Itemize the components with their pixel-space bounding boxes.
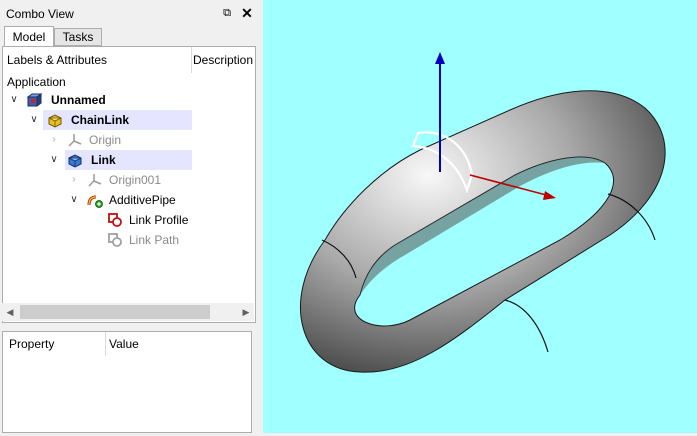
chain-link-model[interactable] bbox=[263, 0, 697, 433]
tree-item-label: Origin bbox=[89, 133, 122, 147]
collapsed-arrow-icon[interactable]: › bbox=[49, 130, 59, 150]
float-panel-button[interactable]: ⧉ bbox=[220, 6, 234, 20]
combo-view-title: Combo View bbox=[6, 7, 74, 21]
scrollbar-thumb[interactable] bbox=[20, 305, 210, 319]
tab-bar: Model Tasks bbox=[2, 26, 260, 46]
combo-view-titlebar: Combo View ⧉ ✕ bbox=[0, 4, 263, 24]
z-axis-arrow-icon bbox=[435, 52, 445, 64]
sketch-icon bbox=[108, 213, 122, 227]
tree-item-chainlink[interactable]: ChainLink bbox=[43, 110, 192, 130]
expanded-arrow-icon[interactable]: ∨ bbox=[9, 90, 19, 110]
tree-item-origin001[interactable]: › Origin001 bbox=[67, 170, 247, 190]
expanded-arrow-icon[interactable]: ∨ bbox=[49, 150, 59, 170]
tree-item-label: Unnamed bbox=[51, 93, 106, 107]
close-panel-button[interactable]: ✕ bbox=[240, 6, 254, 20]
tree-item-unnamed[interactable]: ∨ Unnamed bbox=[3, 90, 253, 110]
tab-model[interactable]: Model bbox=[4, 26, 54, 46]
tree-item-label: Link Path bbox=[129, 233, 180, 247]
tree-item-link-path[interactable]: Link Path bbox=[105, 230, 255, 250]
tree-item-link[interactable]: Link bbox=[65, 150, 192, 170]
collapsed-arrow-icon[interactable]: › bbox=[69, 170, 79, 190]
tree-root-application: Application bbox=[7, 75, 66, 89]
expanded-arrow-icon[interactable]: ∨ bbox=[29, 110, 39, 130]
column-header-property[interactable]: Property bbox=[9, 332, 106, 356]
body-icon bbox=[48, 114, 62, 128]
origin-icon bbox=[88, 174, 102, 187]
body-icon bbox=[68, 154, 82, 168]
column-header-value[interactable]: Value bbox=[109, 332, 249, 356]
combo-view-panel: Combo View ⧉ ✕ Model Tasks Labels & Attr… bbox=[0, 0, 263, 433]
seam-line bbox=[504, 299, 549, 353]
tree-item-label: Link bbox=[91, 153, 116, 167]
tree-item-origin[interactable]: › Origin bbox=[47, 130, 247, 150]
tab-tasks[interactable]: Tasks bbox=[54, 28, 102, 46]
column-header-description[interactable]: Description bbox=[193, 47, 255, 73]
scroll-left-icon[interactable]: ◀ bbox=[2, 303, 18, 321]
tree-item-label: Link Profile bbox=[129, 213, 189, 227]
tree-item-label: AdditivePipe bbox=[109, 193, 176, 207]
origin-icon bbox=[68, 134, 82, 147]
column-header-labels[interactable]: Labels & Attributes bbox=[7, 47, 192, 73]
additive-pipe-icon bbox=[87, 195, 103, 208]
document-icon bbox=[27, 93, 43, 107]
tree-item-link-profile[interactable]: Link Profile bbox=[105, 210, 255, 230]
scroll-right-icon[interactable]: ▶ bbox=[238, 303, 254, 321]
tree-item-label: Origin001 bbox=[109, 173, 162, 187]
tree-item-additivepipe[interactable]: ∨ AdditivePipe bbox=[67, 190, 247, 210]
tree-horizontal-scrollbar[interactable]: ◀ ▶ bbox=[2, 303, 254, 321]
sketch-icon bbox=[108, 233, 122, 247]
3d-viewport[interactable] bbox=[263, 0, 697, 433]
tree-item-label: ChainLink bbox=[71, 113, 130, 127]
model-tree: Labels & Attributes Description Applicat… bbox=[2, 46, 256, 323]
expanded-arrow-icon[interactable]: ∨ bbox=[69, 190, 79, 210]
property-view: Property Value bbox=[2, 331, 252, 433]
